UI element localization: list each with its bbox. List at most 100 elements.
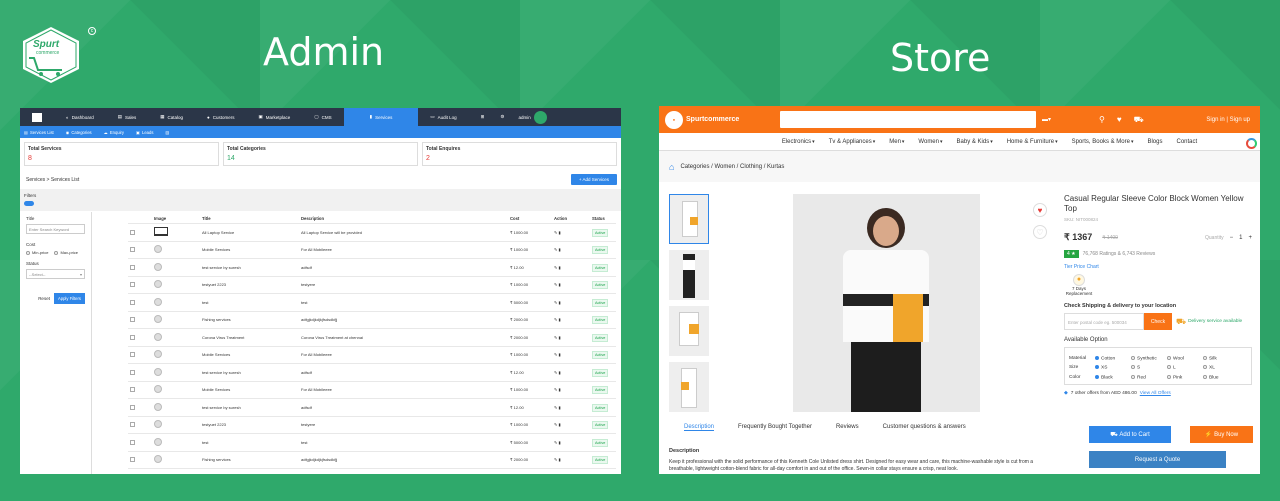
signin-link[interactable]: Sign in | Sign up (1206, 117, 1250, 123)
table-row[interactable]: testyuet 2223 testyere ₹ 1000.00 ✎ ▮ Act… (128, 277, 616, 294)
user-menu[interactable]: admin (508, 108, 556, 126)
tab-frequently-bought[interactable]: Frequently Bought Together (738, 424, 812, 431)
nav-item[interactable]: Home & Furniture (1007, 139, 1054, 145)
table-row[interactable]: test test ₹ 5000.00 ✎ ▮ Active (128, 294, 616, 312)
delete-icon[interactable]: ▮ (558, 422, 560, 427)
option-radio[interactable]: Cotton (1095, 356, 1131, 361)
edit-icon[interactable]: ✎ (554, 300, 557, 305)
table-row[interactable]: test service by suresh adfsdf ₹ 12.00 ✎ … (128, 364, 616, 382)
option-radio[interactable]: Black (1095, 374, 1131, 380)
heart-icon[interactable]: ♥ (1033, 203, 1047, 217)
row-checkbox[interactable] (130, 457, 135, 463)
apply-filters-button[interactable]: Apply Filters (53, 293, 85, 304)
option-radio[interactable]: Blue (1203, 374, 1239, 380)
edit-icon[interactable]: ✎ (554, 457, 557, 462)
tab-marketplace[interactable]: ▣ Marketplace (247, 108, 303, 126)
subtab-leads[interactable]: ▣ Leads (136, 130, 153, 135)
delete-icon[interactable]: ▮ (558, 300, 560, 305)
option-radio[interactable]: Silk (1203, 356, 1239, 361)
tab-cms[interactable]: ▢ CMS (302, 108, 343, 126)
check-button[interactable]: Check (1144, 313, 1172, 330)
subtab-enquiry[interactable]: ☁ Enquiry (104, 130, 124, 135)
minus-button[interactable]: − (1230, 235, 1234, 241)
status-select[interactable]: --Select-- ▾ (26, 269, 85, 279)
export-icon[interactable]: ▥ (165, 130, 169, 135)
edit-icon[interactable]: ✎ (554, 317, 557, 322)
option-radio[interactable]: Wool (1167, 356, 1203, 361)
nav-item[interactable]: Tv & Appliances (829, 139, 872, 145)
product-main-image[interactable] (793, 194, 980, 412)
delete-icon[interactable]: ▮ (558, 405, 560, 410)
product-thumbnail[interactable] (669, 250, 709, 300)
tab-questions[interactable]: Customer questions & answers (883, 424, 966, 431)
delete-icon[interactable]: ▮ (558, 387, 560, 392)
delete-icon[interactable]: ▮ (558, 440, 560, 445)
row-checkbox[interactable] (130, 334, 135, 340)
option-radio[interactable]: Pink (1167, 374, 1203, 380)
option-radio[interactable]: Red (1131, 374, 1167, 380)
delete-icon[interactable]: ▮ (558, 282, 560, 287)
cart-icon[interactable]: ⛟ (1134, 115, 1144, 125)
flag-icon[interactable]: ▬▾ (1042, 116, 1051, 123)
min-price-radio[interactable]: Min-price (26, 250, 48, 255)
product-thumbnail[interactable] (669, 194, 709, 244)
row-checkbox[interactable] (130, 282, 135, 288)
table-row[interactable]: testyuet 2223 testyere ₹ 1000.00 ✎ ▮ Act… (128, 417, 616, 434)
table-row[interactable]: test test ₹ 5000.00 ✎ ▮ Active (128, 434, 616, 452)
tab-dashboard[interactable]: ◐ Dashboard (54, 108, 106, 126)
edit-icon[interactable]: ✎ (554, 282, 557, 287)
edit-icon[interactable]: ✎ (554, 422, 557, 427)
row-checkbox[interactable] (130, 387, 135, 393)
delete-icon[interactable]: ▮ (558, 317, 560, 322)
nav-item[interactable]: Electronics (782, 139, 811, 145)
edit-icon[interactable]: ✎ (554, 370, 557, 375)
pincode-input[interactable]: Enter postal code eg. 500034 (1064, 313, 1144, 330)
delete-icon[interactable]: ▮ (558, 352, 560, 357)
row-checkbox[interactable] (130, 422, 135, 428)
edit-icon[interactable]: ✎ (554, 387, 557, 392)
table-row[interactable]: Mobile Services For All Mobileeee ₹ 1000… (128, 382, 616, 399)
nav-item[interactable]: Women (918, 139, 939, 145)
row-checkbox[interactable] (130, 247, 135, 253)
add-services-button[interactable]: + Add Services (570, 174, 617, 185)
table-row[interactable]: test service by suresh adfsdf ₹ 12.00 ✎ … (128, 259, 616, 277)
store-brand[interactable]: Spurtcommerce (686, 116, 780, 123)
view-offers-link[interactable]: View All Offers (1140, 391, 1171, 396)
subtab-services-list[interactable]: ▤ Services List (24, 130, 54, 135)
table-row[interactable]: Mobile Services For All Mobileeee ₹ 1000… (128, 347, 616, 364)
table-row[interactable]: Mobile Services For All Mobileeee ₹ 1000… (128, 242, 616, 259)
search-input[interactable]: Enter Search Keyword (26, 224, 85, 234)
edit-icon[interactable]: ✎ (554, 335, 557, 340)
heart-outline-icon[interactable]: ♡ (1033, 225, 1047, 239)
request-quote-button[interactable]: Request a Quote (1089, 451, 1226, 468)
table-row[interactable]: test service by suresh adfsdf ₹ 12.00 ✎ … (128, 399, 616, 417)
row-checkbox[interactable] (130, 369, 135, 375)
row-checkbox[interactable] (130, 317, 135, 323)
wishlist-icon[interactable]: ♥ (1117, 115, 1122, 124)
filters-toggle[interactable] (24, 201, 34, 206)
product-thumbnail[interactable] (669, 362, 709, 412)
delete-icon[interactable]: ▮ (558, 230, 560, 235)
tab-customers[interactable]: ● Customers (195, 108, 246, 126)
nav-item[interactable]: Blogs (1147, 139, 1162, 145)
delete-icon[interactable]: ▮ (558, 335, 560, 340)
plus-button[interactable]: + (1248, 235, 1252, 241)
search-input[interactable] (780, 111, 1036, 128)
table-row[interactable]: Fishing services adfgjkdjkdjkjfsdsdkfjj … (128, 312, 616, 329)
home-icon[interactable]: ⌂ (669, 162, 674, 172)
gear-icon[interactable]: ⚙ (496, 108, 508, 126)
option-radio[interactable]: Synthetic (1131, 356, 1167, 361)
subtab-categories[interactable]: ◉ Categories (66, 130, 92, 135)
row-checkbox[interactable] (130, 404, 135, 410)
edit-icon[interactable]: ✎ (554, 230, 557, 235)
tab-description[interactable]: Description (684, 424, 715, 431)
reset-button[interactable]: Reset (38, 296, 50, 301)
delete-icon[interactable]: ▮ (558, 370, 560, 375)
edit-icon[interactable]: ✎ (554, 247, 557, 252)
table-row[interactable]: Corona Virus Treatment Corona Virus Trea… (128, 329, 616, 347)
store-logo-icon[interactable]: ● (665, 110, 683, 129)
compare-icon[interactable]: ⚲ (1099, 115, 1105, 124)
option-radio[interactable]: S (1131, 365, 1167, 371)
nav-item[interactable]: Baby & Kids (957, 139, 990, 145)
max-price-radio[interactable]: Max-price (54, 250, 78, 255)
